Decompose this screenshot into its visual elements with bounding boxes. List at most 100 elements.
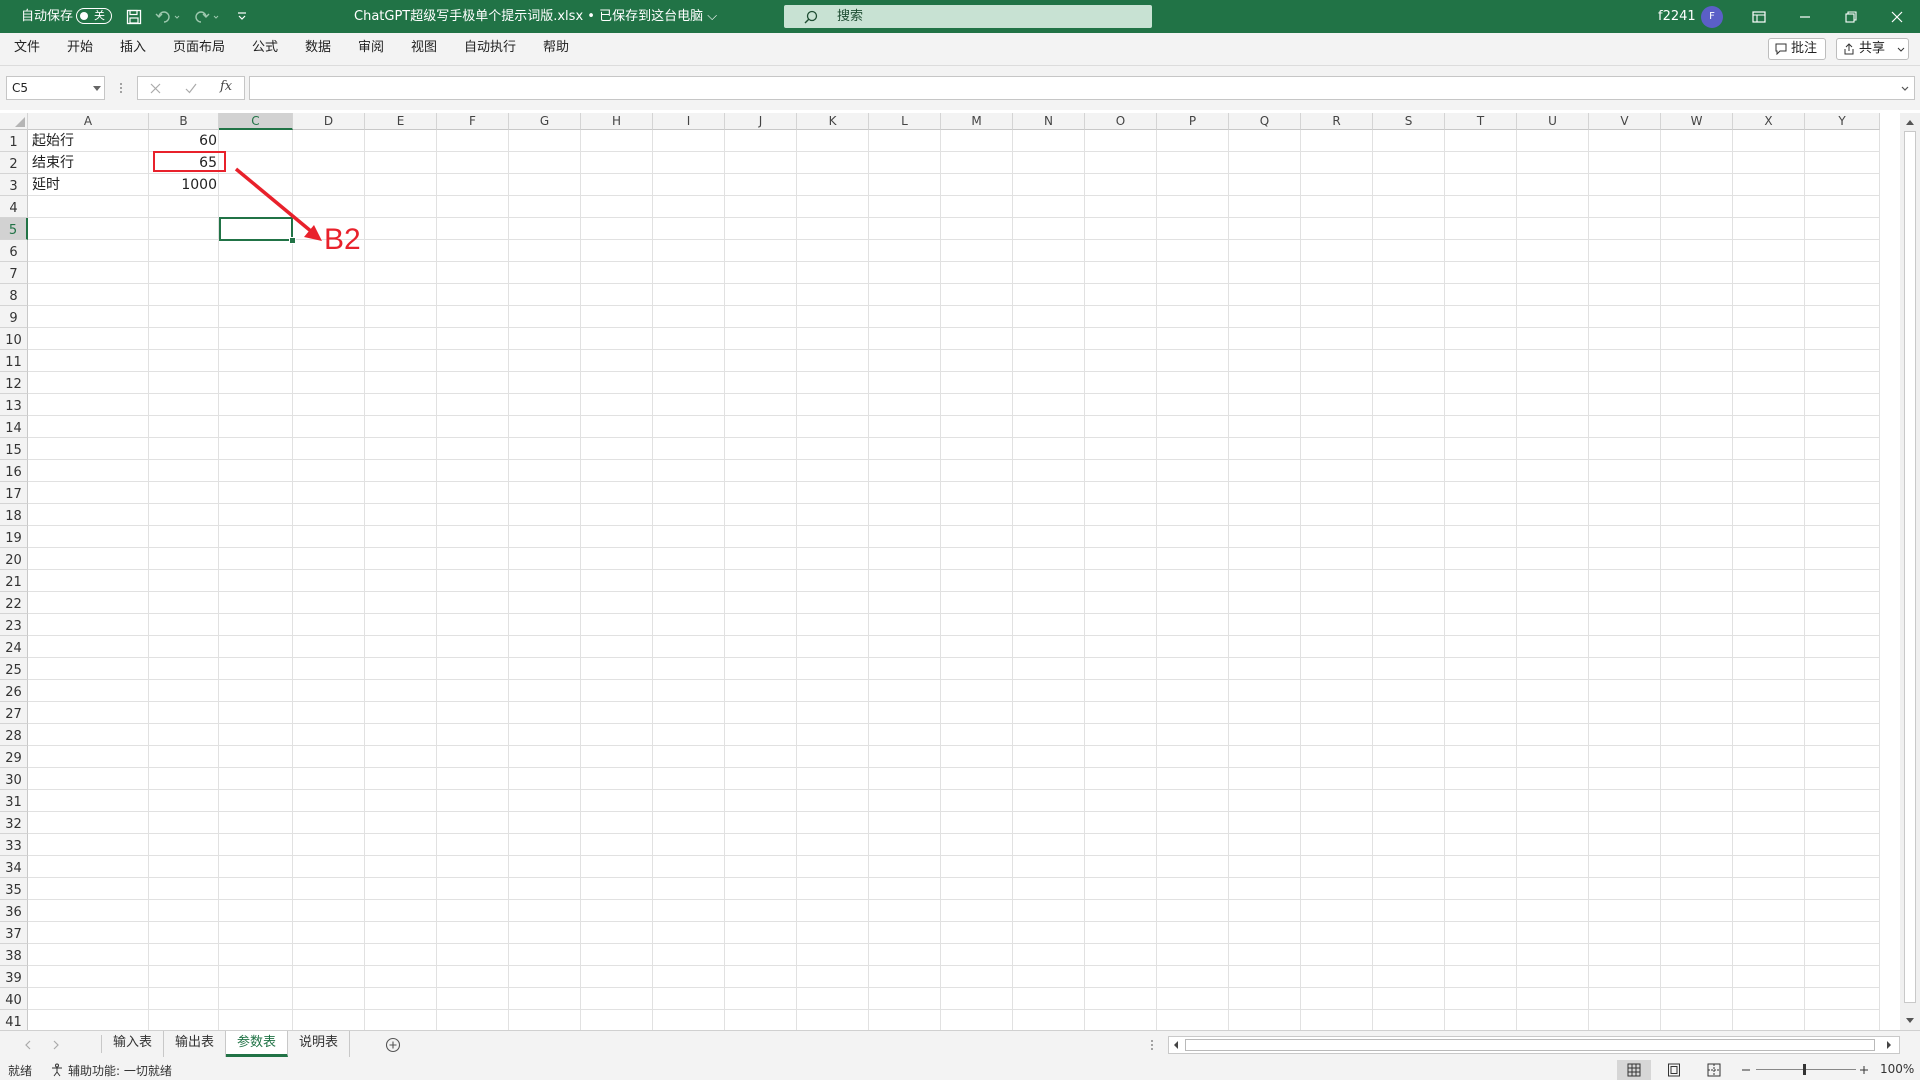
ribbon-display-options-icon[interactable] [1736,0,1782,33]
scroll-up-icon[interactable] [1905,118,1915,126]
cell-A3[interactable]: 延时 [32,174,60,196]
row-header-15[interactable]: 15 [0,438,28,460]
column-header-O[interactable]: O [1085,113,1157,130]
accessibility-status[interactable]: 辅助功能: 一切就绪 [68,1062,172,1079]
row-header-37[interactable]: 37 [0,922,28,944]
tab-data[interactable]: 数据 [305,33,331,63]
vertical-scroll-thumb[interactable] [1904,131,1916,1003]
share-button[interactable]: 共享 [1836,38,1909,60]
add-sheet-icon[interactable] [385,1037,401,1053]
autosave-toggle[interactable]: 关 [76,8,112,24]
worksheet-grid[interactable]: ABCDEFGHIJKLMNOPQRSTUVWXY 1 2 3 4 5 6 7 8 9 10 11 1… [0,113,1900,1030]
row-header-29[interactable]: 29 [0,746,28,768]
page-layout-view-icon[interactable] [1667,1063,1681,1077]
row-header-9[interactable]: 9 [0,306,28,328]
horizontal-scrollbar[interactable] [1168,1036,1900,1054]
row-header-13[interactable]: 13 [0,394,28,416]
horizontal-scroll-thumb[interactable] [1185,1039,1875,1051]
column-header-K[interactable]: K [797,113,869,130]
row-header-24[interactable]: 24 [0,636,28,658]
column-header-I[interactable]: I [653,113,725,130]
column-header-W[interactable]: W [1661,113,1733,130]
row-header-26[interactable]: 26 [0,680,28,702]
row-header-25[interactable]: 25 [0,658,28,680]
tab-automate[interactable]: 自动执行 [464,33,516,63]
row-header-8[interactable]: 8 [0,284,28,306]
file-title[interactable]: ChatGPT超级写手极单个提示词版.xlsx • 已保存到这台电脑 ⌵ [354,0,717,33]
column-header-V[interactable]: V [1589,113,1661,130]
row-header-33[interactable]: 33 [0,834,28,856]
zoom-out-icon[interactable] [1740,1062,1752,1078]
tab-formulas[interactable]: 公式 [252,33,278,63]
insert-function-button[interactable]: fx [220,79,232,94]
column-header-H[interactable]: H [581,113,653,130]
tab-split-handle-icon[interactable] [1150,1039,1154,1051]
sheet-tab-notes[interactable]: 说明表 [288,1031,350,1057]
row-header-38[interactable]: 38 [0,944,28,966]
prev-sheet-icon[interactable] [24,1040,32,1050]
enter-icon[interactable] [185,83,197,94]
minimize-icon[interactable] [1782,0,1828,33]
cell-B3[interactable]: 1000 [149,174,217,196]
row-header-7[interactable]: 7 [0,262,28,284]
sheet-tab-input[interactable]: 输入表 [102,1031,164,1057]
undo-icon[interactable] [155,9,181,25]
tab-view[interactable]: 视图 [411,33,437,63]
name-box[interactable]: C5 [6,76,105,100]
column-header-A[interactable]: A [28,113,149,130]
tab-file[interactable]: 文件 [14,33,40,63]
customize-toolbar-icon[interactable] [237,11,247,21]
row-header-30[interactable]: 30 [0,768,28,790]
row-header-17[interactable]: 17 [0,482,28,504]
column-header-S[interactable]: S [1373,113,1445,130]
column-header-P[interactable]: P [1157,113,1229,130]
scroll-left-icon[interactable] [1172,1040,1180,1050]
row-header-4[interactable]: 4 [0,196,28,218]
column-header-Q[interactable]: Q [1229,113,1301,130]
cell-B1[interactable]: 60 [149,130,217,152]
accessibility-icon[interactable] [50,1063,64,1077]
row-header-40[interactable]: 40 [0,988,28,1010]
row-header-5[interactable]: 5 [0,218,28,240]
column-header-J[interactable]: J [725,113,797,130]
column-header-N[interactable]: N [1013,113,1085,130]
row-header-39[interactable]: 39 [0,966,28,988]
row-header-11[interactable]: 11 [0,350,28,372]
row-header-34[interactable]: 34 [0,856,28,878]
row-header-36[interactable]: 36 [0,900,28,922]
restore-icon[interactable] [1828,0,1874,33]
sheet-tab-params[interactable]: 参数表 [226,1031,288,1057]
column-header-L[interactable]: L [869,113,941,130]
column-header-U[interactable]: U [1517,113,1589,130]
row-header-2[interactable]: 2 [0,152,28,174]
redo-icon[interactable] [194,9,220,25]
comments-button[interactable]: 批注 [1768,38,1826,60]
row-header-23[interactable]: 23 [0,614,28,636]
zoom-in-icon[interactable] [1858,1062,1870,1078]
column-header-G[interactable]: G [509,113,581,130]
user-name[interactable]: f2241 [1658,0,1696,33]
row-header-19[interactable]: 19 [0,526,28,548]
sheet-tab-output[interactable]: 输出表 [164,1031,226,1057]
row-header-21[interactable]: 21 [0,570,28,592]
scroll-down-icon[interactable] [1905,1017,1915,1025]
formula-input[interactable] [249,76,1915,100]
row-header-32[interactable]: 32 [0,812,28,834]
row-header-41[interactable]: 41 [0,1010,28,1030]
column-header-X[interactable]: X [1733,113,1805,130]
row-header-27[interactable]: 27 [0,702,28,724]
search-box[interactable]: 搜索 [784,5,1152,28]
tab-review[interactable]: 审阅 [358,33,384,63]
column-header-D[interactable]: D [293,113,365,130]
cancel-icon[interactable] [150,83,161,94]
column-header-C[interactable]: C [219,113,293,130]
tab-home[interactable]: 开始 [67,33,93,63]
row-header-3[interactable]: 3 [0,174,28,196]
zoom-level[interactable]: 100% [1880,1062,1914,1076]
avatar[interactable]: F [1701,6,1723,28]
row-header-10[interactable]: 10 [0,328,28,350]
cell-A1[interactable]: 起始行 [32,130,74,152]
row-header-16[interactable]: 16 [0,460,28,482]
column-header-E[interactable]: E [365,113,437,130]
zoom-slider-track[interactable] [1756,1069,1856,1070]
